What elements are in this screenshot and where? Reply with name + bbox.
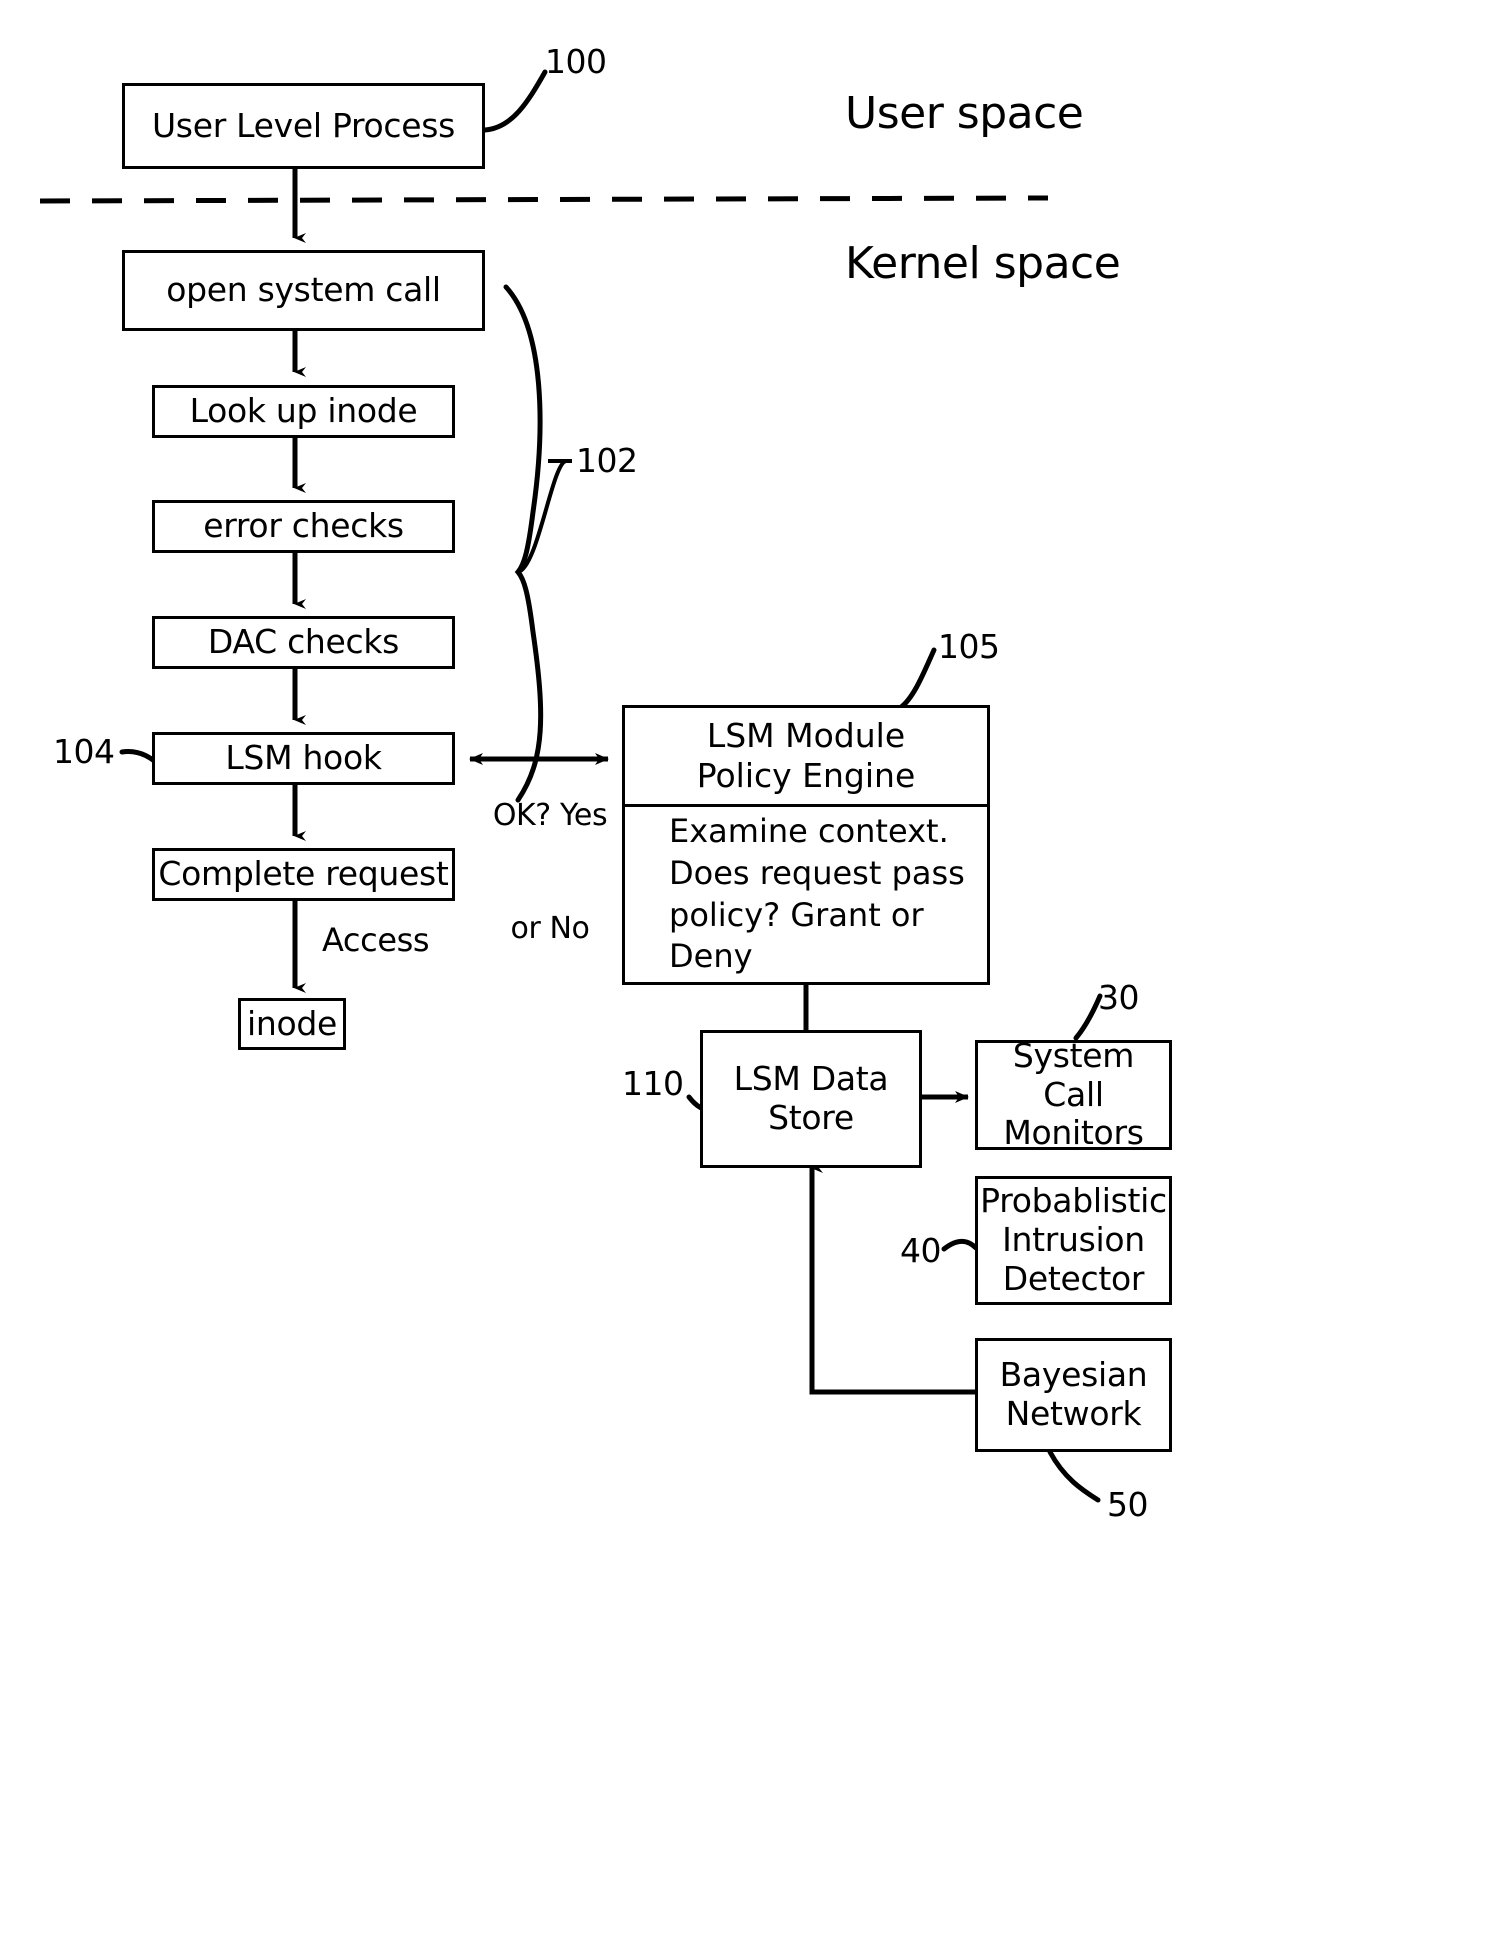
node-bayesian-network[interactable]: Bayesian Network xyxy=(975,1338,1172,1452)
lsm-module-title-line2: Policy Engine xyxy=(696,756,916,795)
bayesian-network-line2: Network xyxy=(1005,1394,1142,1433)
node-user-level-process[interactable]: User Level Process xyxy=(122,83,485,169)
user-kernel-divider xyxy=(39,195,1049,204)
ok-yes-or-no-label: OK? Yes or No xyxy=(490,722,610,1022)
node-dac-checks[interactable]: DAC checks xyxy=(152,616,455,669)
leader-40 xyxy=(941,1238,979,1252)
node-lsm-hook-label: LSM hook xyxy=(225,738,382,778)
ref-numeral-102: 102 xyxy=(576,441,638,480)
ref-numeral-50: 50 xyxy=(1107,1485,1149,1524)
probabilistic-detector-line2: Intrusion xyxy=(1002,1220,1145,1260)
ref-numeral-100: 100 xyxy=(545,42,607,81)
node-lsm-data-store[interactable]: LSM Data Store xyxy=(700,1030,922,1168)
lsm-module-title: LSM Module Policy Engine xyxy=(625,708,987,807)
lsm-module-title-line1: LSM Module xyxy=(706,715,906,755)
node-dac-checks-label: DAC checks xyxy=(207,622,400,662)
user-space-label: User space xyxy=(845,88,1084,139)
node-look-up-inode-label: Look up inode xyxy=(189,391,418,431)
leader-30 xyxy=(1073,993,1103,1041)
ref-numeral-40: 40 xyxy=(900,1231,942,1270)
bayesian-network-line1: Bayesian xyxy=(999,1355,1148,1395)
lsm-module-description: Examine context. Does request pass polic… xyxy=(625,807,987,982)
lsm-module-desc-line2: Does request pass xyxy=(669,853,965,892)
ok-yes-line: OK? Yes xyxy=(492,798,608,833)
node-complete-request-label: Complete request xyxy=(158,854,449,894)
node-system-call-monitors[interactable]: System Call Monitors xyxy=(975,1035,1172,1153)
ref-numeral-110: 110 xyxy=(622,1064,684,1103)
lsm-module-desc-line3: policy? Grant or Deny xyxy=(669,895,924,976)
probabilistic-detector-line3: Detector xyxy=(1002,1258,1145,1298)
node-lsm-module-policy-engine[interactable]: LSM Module Policy Engine Examine context… xyxy=(622,705,990,985)
lsm-module-desc-line1: Examine context. xyxy=(669,812,949,851)
ref-numeral-104: 104 xyxy=(53,732,115,771)
leader-100 xyxy=(482,69,548,133)
node-complete-request[interactable]: Complete request xyxy=(152,848,455,901)
feedback-path xyxy=(809,1163,975,1395)
probabilistic-detector-line1: Probablistic xyxy=(980,1181,1167,1221)
node-open-system-call-label: open system call xyxy=(166,270,441,310)
node-inode[interactable]: inode xyxy=(238,998,346,1050)
node-open-system-call[interactable]: open system call xyxy=(122,250,485,331)
node-error-checks[interactable]: error checks xyxy=(152,500,455,553)
lsm-data-store-line1: LSM Data xyxy=(733,1059,889,1099)
system-call-monitors-line2: Monitors xyxy=(1003,1113,1144,1153)
kernel-space-label: Kernel space xyxy=(845,238,1121,289)
node-lsm-hook[interactable]: LSM hook xyxy=(152,732,455,785)
or-no-line: or No xyxy=(510,910,590,946)
lsm-data-store-line2: Store xyxy=(768,1098,854,1137)
ref-numeral-105: 105 xyxy=(938,627,1000,666)
ref-numeral-30: 30 xyxy=(1098,978,1140,1017)
system-call-monitors-line1: System Call xyxy=(1012,1035,1135,1114)
diagram-canvas: User space Kernel space 100 102 104 105 … xyxy=(0,0,1512,1940)
node-inode-label: inode xyxy=(246,1003,338,1043)
node-probabilistic-intrusion-detector[interactable]: Probablistic Intrusion Detector xyxy=(975,1176,1172,1305)
node-look-up-inode[interactable]: Look up inode xyxy=(152,385,455,438)
leader-105 xyxy=(897,647,937,711)
node-error-checks-label: error checks xyxy=(203,506,404,546)
access-label: Access xyxy=(322,921,430,959)
leader-50 xyxy=(1047,1449,1101,1503)
node-user-level-process-label: User Level Process xyxy=(151,105,456,145)
